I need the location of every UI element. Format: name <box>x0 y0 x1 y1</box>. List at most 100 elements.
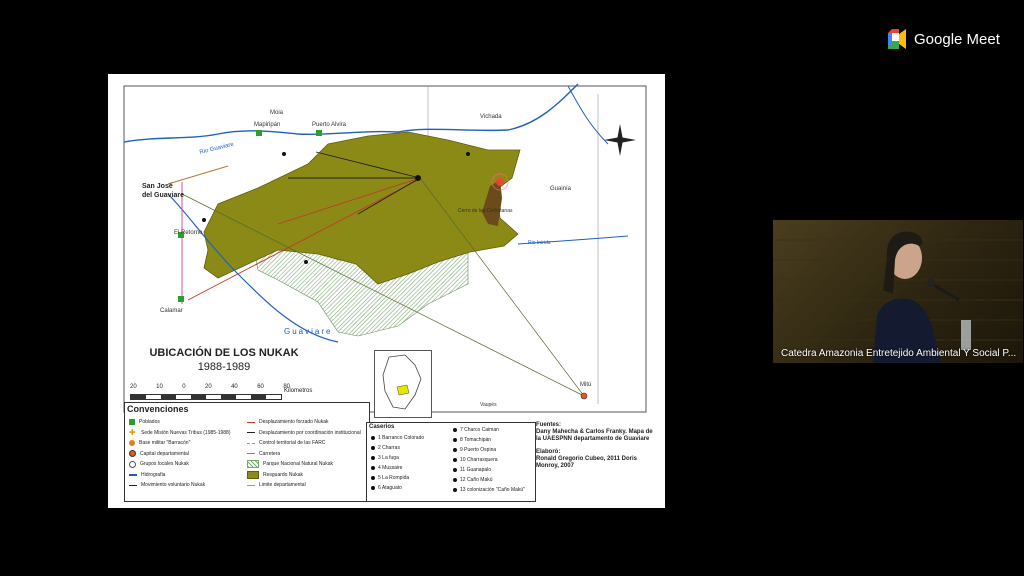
legend-label: Desplazamiento por coordinación instituc… <box>259 429 361 436</box>
caserio-item: 9 Puerto Ospina <box>453 445 525 455</box>
shared-slide: Moia Mapiripán Puerto Alvira Vichada Rio… <box>108 74 665 508</box>
caserios-column-left: 1 Barranco Colorado 2 Charras 3 La fuga … <box>371 433 424 493</box>
caserio-dot <box>466 152 470 156</box>
road-line-icon <box>247 453 255 455</box>
legend-item: Base militar "Barracón" <box>129 438 231 449</box>
caserio-dot <box>304 260 308 264</box>
google-meet-logo-icon <box>888 29 906 49</box>
legend-item: Control territorial de las FARC <box>247 438 361 449</box>
sources-block: Fuentes: Dany Mahecha & Carlos Franky. M… <box>536 422 658 500</box>
caserios-column-right: 7 Charco Caiman 8 Tomachipán 9 Puerto Os… <box>453 425 525 495</box>
caserio-label: 1 Barranco Colorado <box>378 435 425 441</box>
legend-box: Convenciones Poblados ✚ Sede Misión Nueva… <box>124 402 370 502</box>
legend-title: Convenciones <box>127 404 189 414</box>
place-label: del Guaviare <box>142 192 184 199</box>
participant-video-tile[interactable]: Catedra Amazonia Entretejido Ambiental Y… <box>773 220 1023 363</box>
legend-item: Desplazamiento forzado Nukak <box>247 417 361 428</box>
legend-label: Desplazamiento forzado Nukak <box>259 419 329 426</box>
caserio-dot-icon <box>371 456 375 460</box>
scale-label: 20 <box>204 384 212 390</box>
legend-item: Resguardo Nukak <box>247 470 361 481</box>
caserio-dot-icon <box>453 478 457 482</box>
rio-guaviare-river <box>123 83 579 143</box>
caserio-item: 10 Charrasquera <box>453 455 525 465</box>
scale-label: 20 <box>130 384 137 390</box>
sources-label: Fuentes: <box>536 422 562 428</box>
scale-labels: 20 10 0 20 40 60 80 <box>130 384 290 390</box>
caserio-item: 12 Caño Makú <box>453 475 525 485</box>
red-highlight-marker <box>496 178 504 186</box>
place-label: Vichada <box>480 114 502 120</box>
town-marker <box>316 130 322 136</box>
caserio-item: 5 La Rompida <box>371 473 424 483</box>
place-label: Mapiripán <box>254 122 280 128</box>
caserio-label: 4 Mussaire <box>378 465 403 471</box>
legend-item: Limite departamental <box>247 480 361 491</box>
caserio-dot-icon <box>453 468 457 472</box>
map-title: UBICACIÓN DE LOS NUKAK <box>149 347 299 359</box>
legend-item: Poblados <box>129 417 231 428</box>
red-arrow-icon <box>247 421 255 423</box>
caserio-dot-icon <box>453 488 457 492</box>
caserio-label: 13 colonización "Caño Makú" <box>460 487 525 493</box>
legend-item: Hidrografia <box>129 470 231 481</box>
microphone-head <box>927 279 935 287</box>
mitu-capital-marker <box>580 392 588 400</box>
legend-label: Base militar "Barracón" <box>139 440 191 447</box>
legend-label: Hidrografia <box>141 471 166 478</box>
place-label: Mitú <box>580 382 591 388</box>
legend-item: Movimiento voluntario Nukak <box>129 480 231 491</box>
place-label: Rio Guaviare <box>199 141 235 155</box>
caserio-dot-icon <box>371 446 375 450</box>
caserio-dot-icon <box>371 476 375 480</box>
caserio-item: 1 Barranco Colorado <box>371 433 424 443</box>
place-label: El Retorno <box>174 230 203 236</box>
elaboro-text: Ronald Gregorio Cubeo, 2011 Doris Monroy… <box>536 456 638 469</box>
yellow-cross-icon: ✚ <box>129 427 136 437</box>
place-label: Puerto Alvira <box>312 122 347 128</box>
caserio-label: 8 Tomachipán <box>460 437 492 443</box>
river-line-icon <box>129 473 137 476</box>
caserio-label: 11 Guanapalo <box>460 467 492 473</box>
caserio-label: 6 Ataguato <box>378 485 402 491</box>
compass-rose-icon <box>604 124 636 156</box>
legend-label: Parque Nacional Natural Nukak <box>263 461 334 468</box>
caserio-item: 11 Guanapalo <box>453 465 525 475</box>
scale-bar <box>130 394 282 400</box>
dashed-line-icon <box>247 442 255 444</box>
legend-label: Capital departamental <box>140 450 189 457</box>
caserio-item: 3 La fuga <box>371 453 424 463</box>
capital-dot-icon <box>129 450 136 458</box>
google-meet-brand: Google Meet <box>886 28 1000 50</box>
caserio-label: 12 Caño Makú <box>460 477 493 483</box>
caserio-dot-icon <box>371 466 375 470</box>
place-label: Moia <box>270 110 284 116</box>
scale-label: 0 <box>182 384 186 390</box>
caserio-dot-icon <box>371 436 375 440</box>
legend-label: Limite departamental <box>259 482 306 489</box>
town-marker <box>178 296 184 302</box>
legend-label: Carretera <box>259 450 281 457</box>
legend-label: Sede Misión Nuevas Tribus (1985-1988) <box>141 429 231 436</box>
legend-column-left: Poblados ✚ Sede Misión Nuevas Tribus (198… <box>129 417 231 491</box>
colombia-outline-icon <box>382 354 422 410</box>
eastern-river <box>567 85 609 145</box>
map-years: 1988-1989 <box>197 361 251 373</box>
olive-fill-icon <box>247 470 259 479</box>
caserio-dot-icon <box>453 458 457 462</box>
place-label: Guainía <box>550 186 572 192</box>
legend-column-right: Desplazamiento forzado Nukak Desplazamie… <box>247 417 361 491</box>
caserios-box: Caserios 1 Barranco Colorado 2 Charras 3… <box>366 422 536 502</box>
legend-label: Movimiento voluntario Nukak <box>141 482 206 489</box>
legend-label: Grupos locales Nukak <box>140 461 189 468</box>
legend-label: Resguardo Nukak <box>263 471 304 478</box>
place-label: San José <box>142 183 173 190</box>
caserio-dot <box>415 175 421 181</box>
place-label: Vaupés <box>480 402 497 408</box>
scale-label: 40 <box>231 384 238 390</box>
caserio-dot-icon <box>453 438 457 442</box>
water-bottle <box>961 320 971 350</box>
green-square-icon <box>129 419 135 426</box>
orange-dot-icon <box>129 440 135 447</box>
caserio-label: 10 Charrasquera <box>460 457 498 463</box>
